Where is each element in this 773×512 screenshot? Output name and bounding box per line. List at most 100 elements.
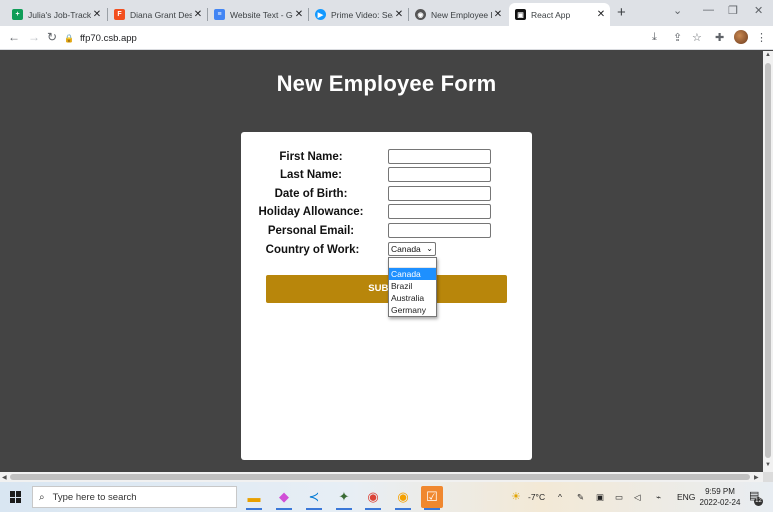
form-row-last-name: Last Name:: [241, 166, 532, 184]
profile-avatar[interactable]: [734, 30, 748, 44]
submit-button[interactable]: SUBMIT: [266, 275, 507, 303]
tab-julias-job-tracking[interactable]: + Julia's Job-Tracking ✕: [6, 3, 106, 26]
country-option-australia[interactable]: Australia: [389, 292, 436, 304]
personal-email-input[interactable]: [388, 223, 491, 238]
share-icon[interactable]: ⇪: [673, 31, 682, 44]
scroll-up-arrow-icon[interactable]: ▲: [765, 52, 771, 58]
holiday-allowance-label: Holiday Allowance:: [258, 206, 364, 218]
page-viewport: New Employee Form First Name: Last Name:…: [0, 51, 763, 472]
extensions-puzzle-icon[interactable]: ✚: [715, 31, 724, 44]
notification-count-badge: 12: [754, 497, 763, 506]
country-select[interactable]: Canada ⌄: [388, 242, 436, 256]
figma-icon: F: [114, 9, 125, 20]
vertical-scrollbar[interactable]: ▲ ▼: [763, 51, 773, 472]
search-icon: ⌕: [39, 491, 45, 503]
holiday-allowance-input[interactable]: [388, 204, 491, 219]
tab-diana-grant-design[interactable]: F Diana Grant Design ✕: [108, 3, 207, 26]
codesandbox-icon: ◉: [415, 9, 426, 20]
menu-kebab-icon[interactable]: ⋮: [756, 31, 767, 44]
last-name-input[interactable]: [388, 167, 491, 182]
first-name-input[interactable]: [388, 149, 491, 164]
windows-taskbar: ⌕ Type here to search ▬ ◆ ≺ ✦ ◉ ◉ ☑ ☀ -7…: [0, 482, 773, 512]
date-of-birth-label: Date of Birth:: [274, 188, 348, 200]
taskbar-clock[interactable]: 9:59 PM 2022-02-24: [695, 486, 745, 508]
clock-date: 2022-02-24: [699, 498, 741, 507]
app-bird-icon[interactable]: ✦: [333, 486, 355, 510]
form-row-date-of-birth: Date of Birth:: [241, 185, 532, 203]
horizontal-scrollbar[interactable]: ◀ ▶: [0, 472, 763, 482]
browser-toolbar: ← → ↻ 🔒 ffp70.csb.app ⤓ ⇪ ☆ ✚ ⋮: [0, 26, 773, 50]
new-tab-button[interactable]: +: [617, 4, 626, 21]
battery-icon[interactable]: ▭: [615, 492, 623, 503]
horizontal-scroll-thumb[interactable]: [10, 474, 750, 480]
react-app-icon: ▣: [515, 9, 526, 20]
taskbar-search-box[interactable]: ⌕ Type here to search: [32, 486, 237, 508]
scrollbar-corner: [763, 472, 773, 482]
scroll-left-arrow-icon[interactable]: ◀: [2, 474, 7, 481]
tab-react-app[interactable]: ▣ React App ✕: [509, 3, 610, 26]
country-option-germany[interactable]: Germany: [389, 304, 436, 316]
close-icon[interactable]: ✕: [492, 9, 504, 20]
tab-title: New Employee Form: [431, 9, 492, 20]
restore-button[interactable]: ❐: [728, 4, 738, 17]
close-icon[interactable]: ✕: [91, 9, 103, 20]
close-icon[interactable]: ✕: [595, 9, 607, 20]
taskbar-search-placeholder: Type here to search: [52, 491, 137, 503]
file-explorer-icon[interactable]: ▬: [243, 486, 265, 510]
reload-icon[interactable]: ↻: [47, 30, 57, 44]
docs-icon: ≡: [214, 9, 225, 20]
chrome-icon[interactable]: ◉: [362, 486, 384, 510]
last-name-label: Last Name:: [280, 169, 342, 181]
clock-time: 9:59 PM: [705, 487, 735, 496]
tab-new-employee-form[interactable]: ◉ New Employee Form ✕: [409, 3, 507, 26]
forward-icon[interactable]: →: [28, 30, 40, 44]
tab-title: Julia's Job-Tracking: [28, 9, 91, 20]
tab-prime-video[interactable]: ▶ Prime Video: Search ✕: [309, 3, 408, 26]
windows-start-icon[interactable]: [10, 491, 22, 503]
first-name-label: First Name:: [279, 151, 343, 163]
country-option-canada[interactable]: Canada: [389, 268, 436, 280]
close-icon[interactable]: ✕: [192, 9, 204, 20]
scroll-right-arrow-icon[interactable]: ▶: [754, 474, 759, 481]
chrome-canary-icon[interactable]: ◉: [392, 486, 414, 510]
close-icon[interactable]: ✕: [293, 9, 305, 20]
network-icon[interactable]: ⌁: [656, 492, 661, 503]
date-of-birth-input[interactable]: [388, 186, 491, 201]
tab-title: Prime Video: Search: [331, 9, 393, 20]
address-bar[interactable]: 🔒 ffp70.csb.app: [64, 28, 704, 48]
vertical-scroll-thumb[interactable]: [765, 63, 771, 458]
tab-search-chevron-icon[interactable]: ⌄: [673, 4, 682, 17]
close-icon[interactable]: ✕: [393, 9, 405, 20]
temperature-text[interactable]: -7°C: [528, 492, 545, 502]
lock-icon: 🔒: [64, 33, 74, 43]
tab-strip: + Julia's Job-Tracking ✕ F Diana Grant D…: [0, 0, 773, 26]
show-hidden-icons-chevron-icon[interactable]: ^: [558, 492, 562, 502]
tab-title: React App: [531, 9, 571, 20]
task-app-icon[interactable]: ☑: [421, 486, 443, 510]
weather-icon[interactable]: ☀: [511, 490, 521, 503]
minimize-button[interactable]: —: [703, 4, 714, 16]
scroll-down-arrow-icon[interactable]: ▼: [765, 462, 771, 468]
form-row-personal-email: Personal Email:: [241, 222, 532, 240]
back-icon[interactable]: ←: [8, 30, 20, 44]
volume-icon[interactable]: ◁: [634, 492, 641, 503]
form-row-first-name: First Name:: [241, 148, 532, 166]
window-close-button[interactable]: ✕: [754, 4, 763, 17]
display-icon[interactable]: ▣: [596, 492, 604, 503]
vscode-icon[interactable]: ≺: [303, 486, 325, 510]
tab-website-text[interactable]: ≡ Website Text - Goo ✕: [208, 3, 308, 26]
country-select-value: Canada: [391, 244, 421, 254]
sheets-icon: +: [12, 9, 23, 20]
language-indicator[interactable]: ENG: [677, 492, 695, 502]
personal-email-label: Personal Email:: [267, 225, 355, 237]
country-dropdown-list: Canada Brazil Australia Germany: [388, 257, 437, 317]
dropdown-search-field[interactable]: [389, 258, 436, 268]
app-diamond-icon[interactable]: ◆: [273, 486, 295, 510]
bookmark-star-icon[interactable]: ☆: [692, 31, 702, 44]
pen-icon[interactable]: ✎: [577, 492, 584, 503]
form-row-holiday-allowance: Holiday Allowance:: [241, 203, 532, 221]
install-app-icon[interactable]: ⤓: [652, 31, 657, 44]
screen: + Julia's Job-Tracking ✕ F Diana Grant D…: [0, 0, 773, 512]
chevron-down-icon: ⌄: [426, 244, 433, 253]
country-option-brazil[interactable]: Brazil: [389, 280, 436, 292]
